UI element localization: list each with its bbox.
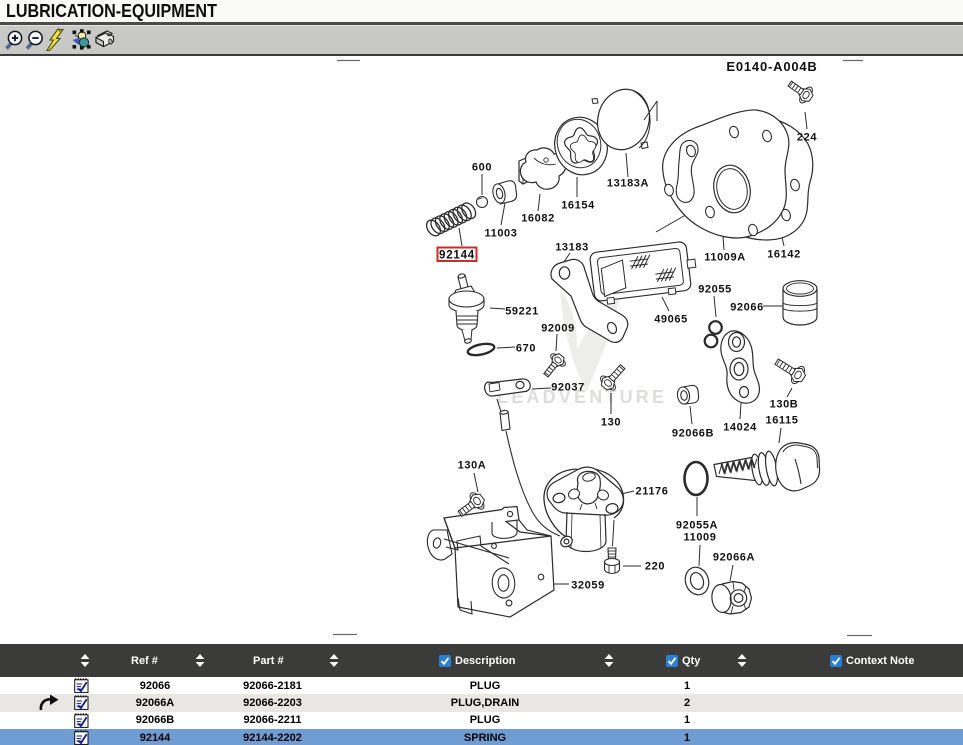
svg-text:21176: 21176 [636, 486, 669, 498]
svg-text:11009: 11009 [684, 532, 717, 544]
svg-text:130B: 130B [770, 399, 799, 411]
svg-text:E0140-A004B: E0140-A004B [726, 59, 817, 74]
svg-text:224: 224 [797, 132, 817, 144]
svg-text:49065: 49065 [654, 314, 688, 326]
svg-text:13183A: 13183A [607, 178, 649, 190]
svg-text:14024: 14024 [723, 422, 757, 434]
svg-text:16082: 16082 [521, 213, 555, 225]
svg-text:92066B: 92066B [672, 428, 714, 440]
svg-text:220: 220 [645, 561, 665, 573]
svg-text:92037: 92037 [551, 382, 585, 394]
svg-text:11003: 11003 [485, 228, 518, 240]
svg-text:130: 130 [601, 417, 621, 429]
svg-text:92066: 92066 [730, 302, 764, 314]
svg-text:13183: 13183 [555, 242, 589, 254]
svg-text:92009: 92009 [541, 323, 575, 335]
svg-text:600: 600 [472, 162, 492, 174]
svg-text:59221: 59221 [505, 306, 539, 318]
svg-text:670: 670 [516, 343, 536, 355]
svg-text:16142: 16142 [767, 249, 801, 261]
svg-text:130A: 130A [458, 460, 487, 472]
svg-text:92144: 92144 [439, 250, 475, 262]
svg-text:32059: 32059 [571, 580, 605, 592]
svg-text:92066A: 92066A [713, 552, 755, 564]
svg-text:92055: 92055 [698, 284, 732, 296]
svg-text:16154: 16154 [561, 200, 595, 212]
svg-text:16115: 16115 [766, 415, 799, 427]
svg-text:92055A: 92055A [676, 520, 718, 532]
svg-text:11009A: 11009A [704, 252, 746, 264]
